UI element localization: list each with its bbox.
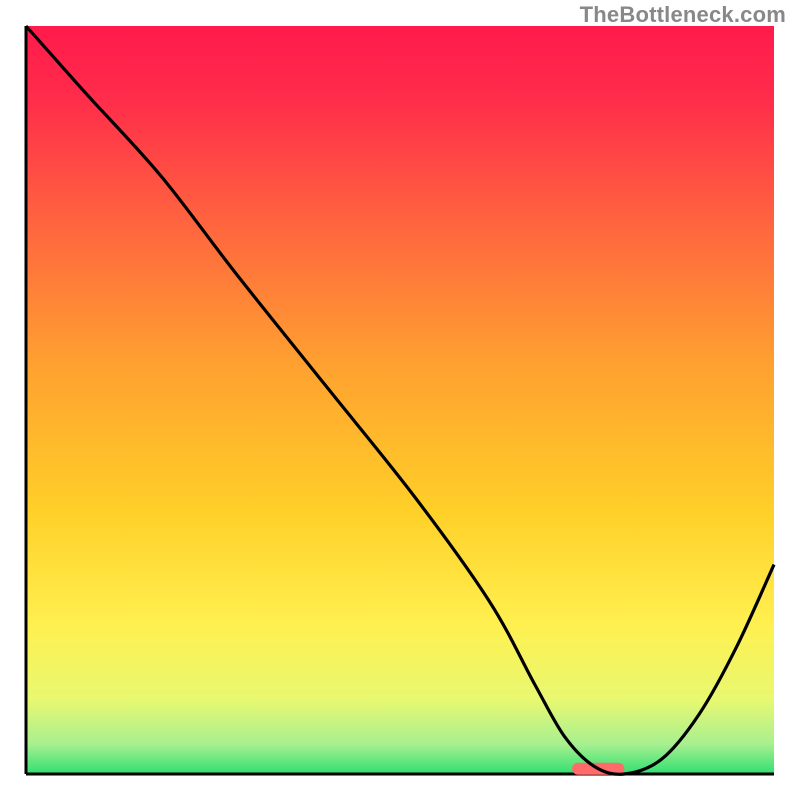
bottleneck-chart bbox=[0, 0, 800, 800]
plot-background-gradient bbox=[26, 26, 774, 774]
chart-container: TheBottleneck.com bbox=[0, 0, 800, 800]
